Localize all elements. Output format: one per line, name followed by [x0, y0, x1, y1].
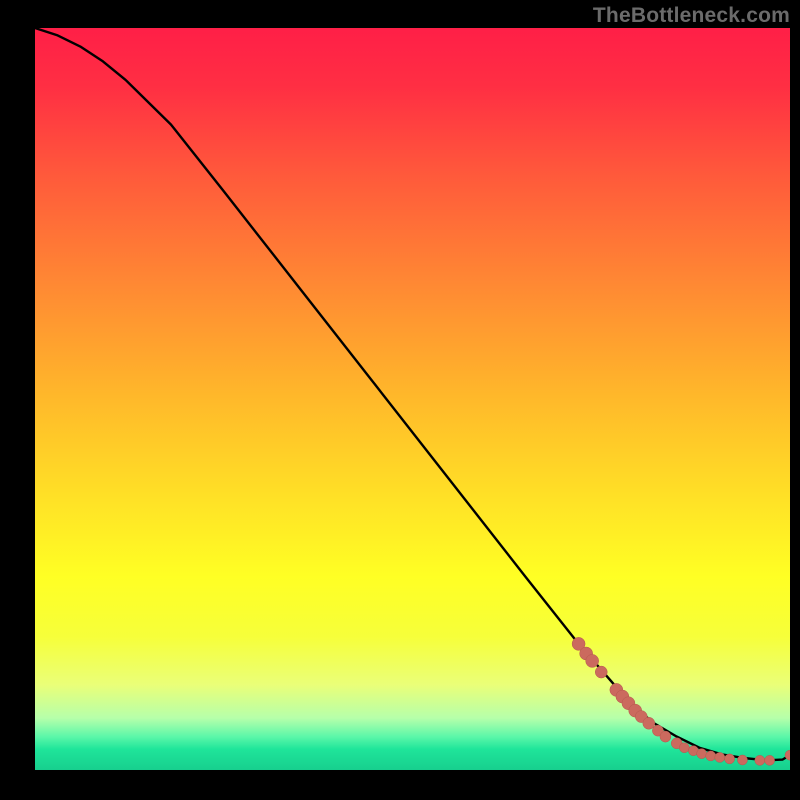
scatter-dot	[737, 755, 747, 765]
chart-svg	[35, 28, 790, 770]
scatter-dot	[679, 743, 689, 753]
bottleneck-curve	[35, 28, 790, 760]
scatter-points	[572, 637, 790, 765]
scatter-dot	[755, 755, 765, 765]
scatter-dot	[660, 731, 671, 742]
scatter-dot	[715, 752, 725, 762]
scatter-dot	[595, 666, 607, 678]
scatter-dot	[706, 751, 716, 761]
scatter-dot	[697, 749, 707, 759]
chart-frame: TheBottleneck.com	[0, 0, 800, 800]
scatter-dot	[586, 654, 599, 667]
scatter-dot	[765, 755, 775, 765]
plot-area	[35, 28, 790, 770]
watermark-label: TheBottleneck.com	[593, 4, 790, 28]
scatter-dot	[643, 717, 655, 729]
scatter-dot	[725, 754, 735, 764]
